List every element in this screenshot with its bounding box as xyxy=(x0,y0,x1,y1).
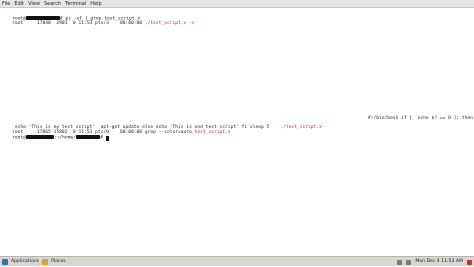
menu-terminal[interactable]: Terminal xyxy=(65,0,86,7)
terminal-right-fragment: #!/bin/bash if [ `echo $? == 0 ]; then xyxy=(367,116,473,121)
terminal-cursor xyxy=(105,135,109,141)
menu-bar: File Edit View Search Terminal Help xyxy=(0,0,474,8)
terminal-line-2: root 17848 2901 0 11:53 pts/3 00:00:00 .… xyxy=(1,16,195,31)
menu-view[interactable]: View xyxy=(28,0,40,7)
applications-icon xyxy=(2,259,8,265)
prompt-prefix-2: root@ xyxy=(12,135,26,141)
volume-icon[interactable] xyxy=(406,259,412,265)
redacted-hostname-2 xyxy=(25,135,54,139)
terminal-area[interactable]: root@ # ps -ef | grep test_script.x root … xyxy=(0,9,474,256)
redacted-path xyxy=(76,135,101,139)
power-icon[interactable] xyxy=(467,259,472,265)
process-info: root 17848 2901 0 11:53 pts/3 00:00:00 xyxy=(12,21,145,26)
grep-match: test_script.x xyxy=(194,130,231,135)
process-command: ./test_script.x -c xyxy=(144,21,195,26)
prompt-path: :~/home/ xyxy=(53,135,77,141)
places-icon xyxy=(42,259,49,265)
terminal-line-5: root@:~/home/# xyxy=(1,130,109,146)
network-icon[interactable] xyxy=(397,259,403,265)
menu-search[interactable]: Search xyxy=(44,0,61,7)
taskbar: Applications Places Mon Dec 4 11:53 AM xyxy=(0,256,474,266)
menu-file[interactable]: File xyxy=(2,0,10,7)
menu-help[interactable]: Help xyxy=(90,0,101,7)
menu-edit[interactable]: Edit xyxy=(14,0,24,7)
script-name: ./test_script.x xyxy=(280,125,322,130)
